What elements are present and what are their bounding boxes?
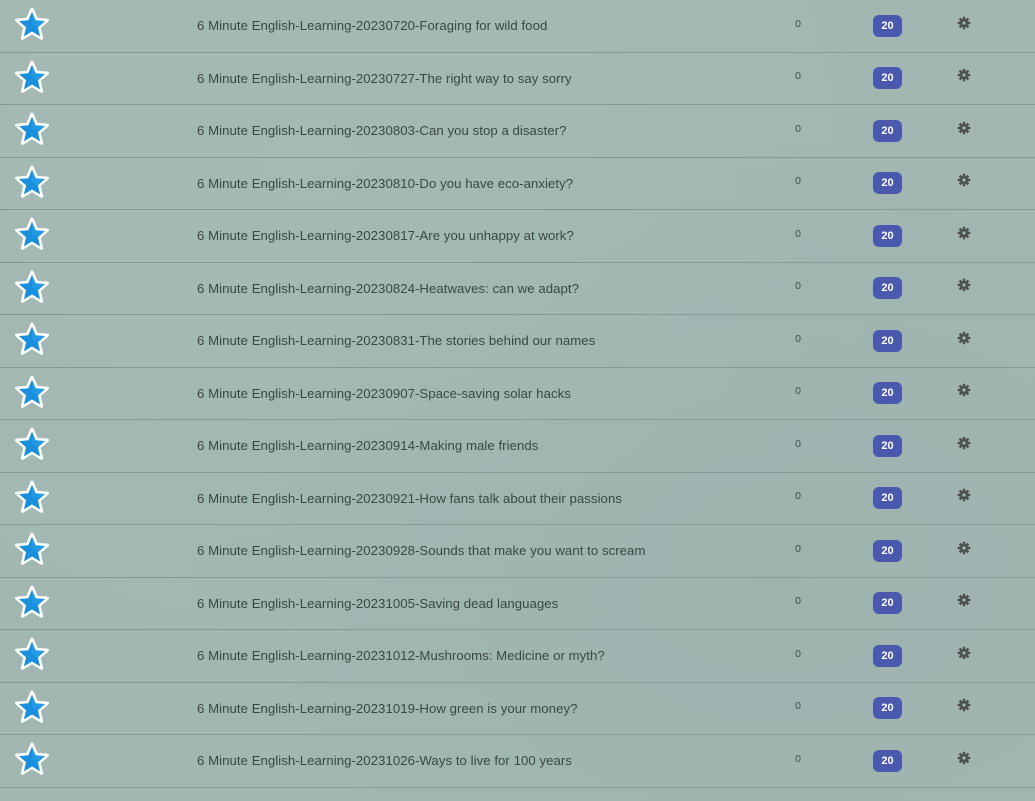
deck-row[interactable]: 6 Minute English-Learning-20230824-Heatw…	[0, 263, 1035, 315]
due-count-badge: 20	[873, 329, 902, 352]
deck-title[interactable]: 6 Minute English-Learning-20230810-Do yo…	[197, 158, 573, 210]
deck-row[interactable]: 6 Minute English-Learning-20230803-Can y…	[0, 105, 1035, 158]
new-card-count: 0	[795, 542, 801, 555]
star-icon[interactable]	[14, 217, 50, 253]
star-icon[interactable]	[14, 7, 50, 43]
deck-row[interactable]: 6 Minute English-Learning-20230928-Sound…	[0, 525, 1035, 578]
star-icon[interactable]	[14, 322, 50, 358]
new-card-count: 0	[795, 175, 801, 188]
due-count-badge: 20	[873, 172, 902, 195]
deck-title[interactable]: 6 Minute English-Learning-20230914-Makin…	[197, 420, 538, 472]
star-icon[interactable]	[14, 690, 50, 726]
new-card-count: 0	[795, 122, 801, 135]
deck-title[interactable]: 6 Minute English-Learning-20231005-Savin…	[197, 578, 558, 630]
gear-icon[interactable]	[957, 173, 971, 187]
due-count-badge: 20	[873, 224, 902, 247]
new-card-count: 0	[795, 280, 801, 293]
gear-icon[interactable]	[957, 383, 971, 397]
deck-row[interactable]: 6 Minute English-Learning-20231019-How g…	[0, 683, 1035, 735]
star-icon[interactable]	[14, 742, 50, 778]
due-count-badge: 20	[873, 749, 902, 772]
deck-title[interactable]: 6 Minute English-Learning-20231012-Mushr…	[197, 630, 605, 682]
due-count-badge: 20	[873, 14, 902, 37]
due-count-badge: 20	[873, 644, 902, 667]
star-icon[interactable]	[14, 270, 50, 306]
star-icon[interactable]	[14, 585, 50, 621]
new-card-count: 0	[795, 437, 801, 450]
due-count-badge: 20	[873, 539, 902, 562]
new-card-count: 0	[795, 700, 801, 713]
deck-title[interactable]: 6 Minute English-Learning-20231026-Ways …	[197, 735, 572, 787]
new-card-count: 0	[795, 752, 801, 765]
deck-row[interactable]: 6 Minute English-Learning-20230810-Do yo…	[0, 158, 1035, 210]
deck-title[interactable]: 6 Minute English-Learning-20230817-Are y…	[197, 210, 574, 262]
deck-row[interactable]: 6 Minute English-Learning-20230914-Makin…	[0, 420, 1035, 473]
gear-icon[interactable]	[957, 436, 971, 450]
deck-row[interactable]: 6 Minute English-Learning-20230831-The s…	[0, 315, 1035, 368]
due-count-badge: 20	[873, 382, 902, 405]
gear-icon[interactable]	[957, 278, 971, 292]
new-card-count: 0	[795, 70, 801, 83]
deck-row[interactable]: 6 Minute English-Learning-20231005-Savin…	[0, 578, 1035, 630]
star-icon[interactable]	[14, 165, 50, 201]
new-card-count: 0	[795, 17, 801, 30]
deck-row[interactable]: 6 Minute English-Learning-20230907-Space…	[0, 368, 1035, 420]
new-card-count: 0	[795, 332, 801, 345]
new-card-count: 0	[795, 227, 801, 240]
gear-icon[interactable]	[957, 488, 971, 502]
due-count-badge: 20	[873, 277, 902, 300]
new-card-count: 0	[795, 595, 801, 608]
star-icon[interactable]	[14, 60, 50, 96]
deck-row[interactable]: 6 Minute English-Learning-20231012-Mushr…	[0, 630, 1035, 683]
gear-icon[interactable]	[957, 593, 971, 607]
deck-title[interactable]: 6 Minute English-Learning-20230727-The r…	[197, 53, 572, 105]
deck-title[interactable]: 6 Minute English-Learning-20230803-Can y…	[197, 105, 567, 157]
new-card-count: 0	[795, 647, 801, 660]
gear-icon[interactable]	[957, 226, 971, 240]
deck-title[interactable]: 6 Minute English-Learning-20230907-Space…	[197, 368, 571, 420]
deck-row[interactable]: 6 Minute English-Learning-20230817-Are y…	[0, 210, 1035, 263]
star-icon[interactable]	[14, 375, 50, 411]
deck-row[interactable]: 6 Minute English-Learning-20230727-The r…	[0, 53, 1035, 105]
deck-title[interactable]: 6 Minute English-Learning-20230831-The s…	[197, 315, 595, 367]
gear-icon[interactable]	[957, 121, 971, 135]
deck-list: 6 Minute English-Learning-20230720-Forag…	[0, 0, 1035, 801]
due-count-badge: 20	[873, 67, 902, 90]
gear-icon[interactable]	[957, 541, 971, 555]
deck-row[interactable]: 6 Minute English-Learning-20230720-Forag…	[0, 0, 1035, 53]
gear-icon[interactable]	[957, 698, 971, 712]
star-icon[interactable]	[14, 532, 50, 568]
star-icon[interactable]	[14, 112, 50, 148]
gear-icon[interactable]	[957, 646, 971, 660]
deck-title[interactable]: 6 Minute English-Learning-20230928-Sound…	[197, 525, 645, 577]
star-icon[interactable]	[14, 637, 50, 673]
due-count-badge: 20	[873, 697, 902, 720]
deck-title[interactable]: 6 Minute English-Learning-20231019-How g…	[197, 683, 577, 735]
gear-icon[interactable]	[957, 68, 971, 82]
due-count-badge: 20	[873, 434, 902, 457]
due-count-badge: 20	[873, 487, 902, 510]
gear-icon[interactable]	[957, 331, 971, 345]
deck-title[interactable]: 6 Minute English-Learning-20230720-Forag…	[197, 0, 547, 52]
deck-row[interactable]: 6 Minute English-Learning-20230921-How f…	[0, 473, 1035, 525]
deck-title[interactable]: 6 Minute English-Learning-20230921-How f…	[197, 473, 622, 525]
new-card-count: 0	[795, 385, 801, 398]
star-icon[interactable]	[14, 480, 50, 516]
gear-icon[interactable]	[957, 751, 971, 765]
deck-title[interactable]: 6 Minute English-Learning-20230824-Heatw…	[197, 263, 579, 315]
gear-icon[interactable]	[957, 16, 971, 30]
deck-row[interactable]: 6 Minute English-Learning-20231026-Ways …	[0, 735, 1035, 788]
star-icon[interactable]	[14, 427, 50, 463]
due-count-badge: 20	[873, 119, 902, 142]
new-card-count: 0	[795, 490, 801, 503]
due-count-badge: 20	[873, 592, 902, 615]
